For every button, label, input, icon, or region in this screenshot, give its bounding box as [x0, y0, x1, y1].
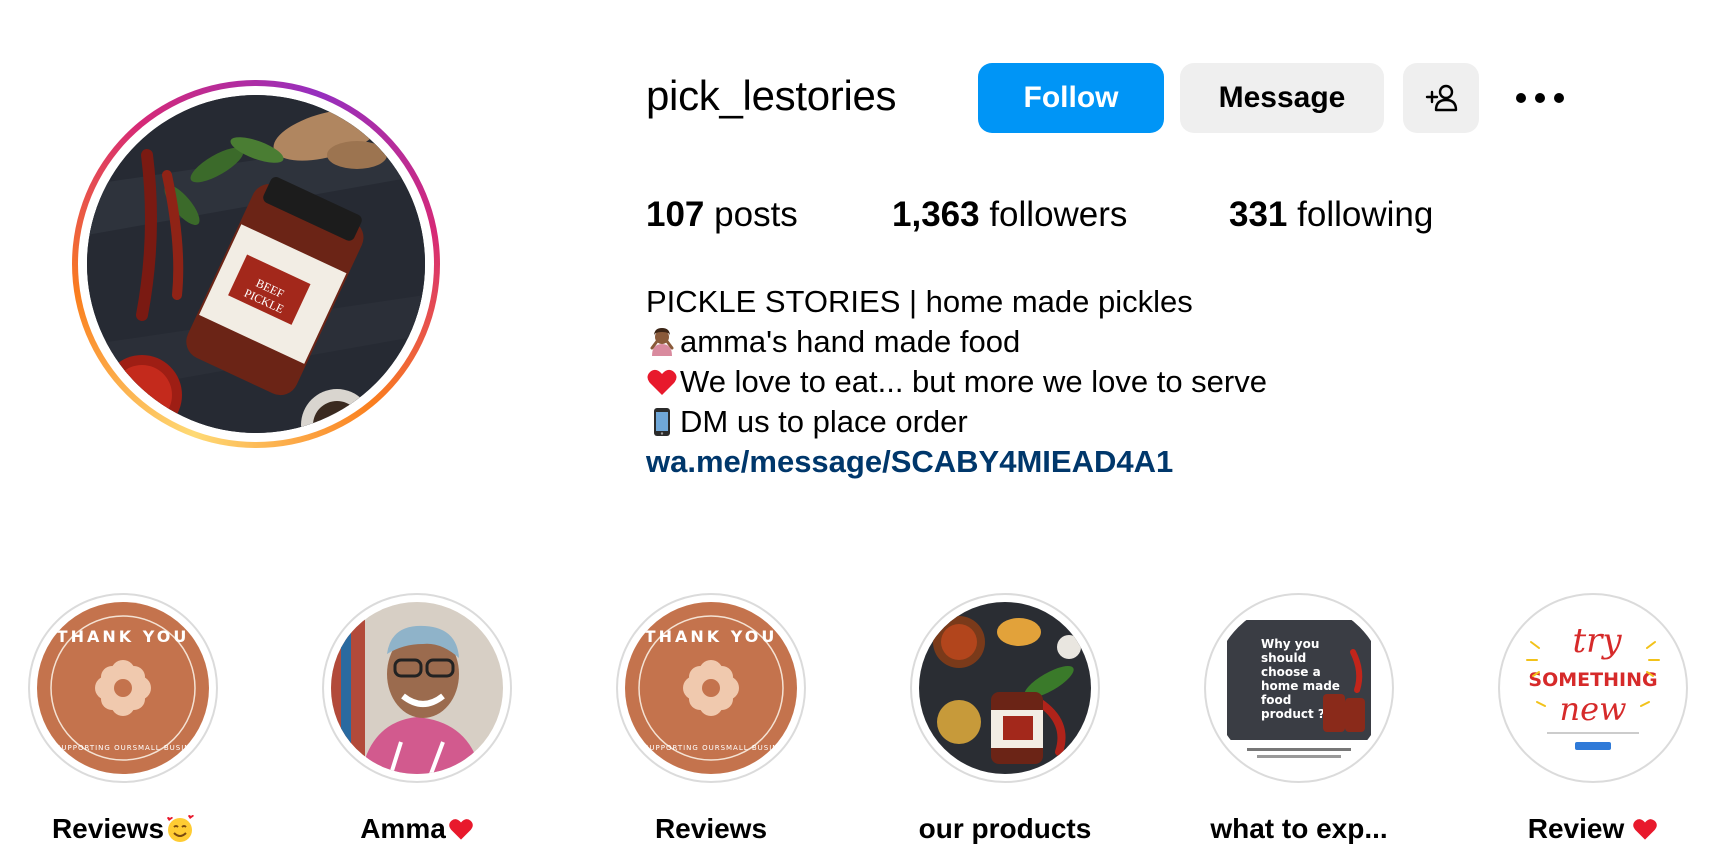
more-dots-icon	[1516, 93, 1564, 103]
highlight-cover-try-something-new: try SOMETHING new	[1507, 602, 1679, 774]
svg-text:FOR SUPPORTING OURSMALL BUSINE: FOR SUPPORTING OURSMALL BUSINESS!	[37, 744, 209, 752]
add-user-icon	[1425, 84, 1458, 112]
highlight-label: Reviews	[654, 813, 768, 844]
followers-count: 1,363	[892, 195, 980, 234]
bio-line-2: amma's hand made food	[680, 324, 1021, 359]
bio-line-3: We love to eat... but more we love to se…	[680, 364, 1267, 399]
svg-text:Why you: Why you	[1261, 637, 1319, 651]
following-label: following	[1297, 195, 1434, 234]
highlight-review[interactable]: try SOMETHING new Review	[1498, 593, 1688, 845]
highlight-label: Reviews	[51, 813, 165, 844]
svg-text:THANK YOU: THANK YOU	[645, 627, 778, 646]
highlight-reviews-2[interactable]: THANK YOU FOR SUPPORTING OURSMALL BUSINE…	[616, 593, 806, 845]
svg-text:food: food	[1261, 693, 1291, 707]
followers-label: followers	[989, 195, 1128, 234]
message-button[interactable]: Message	[1180, 63, 1384, 133]
red-heart-icon	[449, 819, 473, 840]
highlight-label: our products	[918, 813, 1092, 844]
profile-avatar[interactable]: BEEF PICKLE	[72, 80, 440, 448]
svg-text:home made: home made	[1261, 679, 1340, 693]
highlight-cover-thank-you: THANK YOU FOR SUPPORTING OURSMALL BUSINE…	[625, 602, 797, 774]
highlight-reviews[interactable]: THANK YOU FOR SUPPORTING OURSMALL BUSINE…	[28, 593, 218, 845]
posts-count: 107	[646, 195, 705, 234]
highlight-label: what to exp...	[1210, 813, 1388, 844]
follow-button[interactable]: Follow	[978, 63, 1164, 133]
following-count: 331	[1229, 195, 1288, 234]
svg-text:FOR SUPPORTING OURSMALL BUSINE: FOR SUPPORTING OURSMALL BUSINESS!	[625, 744, 797, 752]
bio-external-link[interactable]: wa.me/message/SCABY4MIEAD4A1	[646, 442, 1173, 482]
bio-line-4: DM us to place order	[680, 404, 968, 439]
avatar-image: BEEF PICKLE	[87, 95, 425, 433]
highlight-cover-products	[919, 602, 1091, 774]
profile-bio: PICKLE STORIES | home made pickles amma'…	[646, 282, 1267, 482]
svg-text:should: should	[1261, 651, 1306, 665]
profile-username: pick_lestories	[646, 72, 897, 119]
svg-text:product ?: product ?	[1261, 707, 1325, 721]
highlight-cover-why-choose: Why you should choose a home made food p…	[1213, 602, 1385, 774]
highlight-label: Amma	[360, 813, 446, 844]
svg-text:new: new	[1560, 690, 1627, 728]
highlight-what-to-expect[interactable]: Why you should choose a home made food p…	[1204, 593, 1394, 845]
following-link[interactable]: 331 following	[1229, 195, 1433, 235]
red-heart-icon	[1633, 819, 1658, 840]
highlight-cover-thank-you: THANK YOU FOR SUPPORTING OURSMALL BUSINE…	[37, 602, 209, 774]
svg-text:THANK YOU: THANK YOU	[57, 627, 190, 646]
highlight-cover-photo	[331, 602, 503, 774]
highlight-amma[interactable]: Amma	[322, 593, 512, 845]
svg-text:try: try	[1572, 621, 1622, 661]
smiling-face-with-hearts-icon	[167, 815, 195, 842]
bio-line-1: PICKLE STORIES | home made pickles	[646, 284, 1193, 319]
red-heart-icon	[647, 369, 677, 395]
mobile-phone-icon	[654, 408, 670, 436]
followers-link[interactable]: 1,363 followers	[892, 195, 1127, 235]
posts-label: posts	[714, 195, 798, 234]
svg-text:choose a: choose a	[1261, 665, 1321, 679]
posts-stat: 107 posts	[646, 195, 798, 235]
highlight-our-products[interactable]: our products	[910, 593, 1100, 845]
more-options-button[interactable]	[1510, 80, 1570, 116]
svg-text:SOMETHING: SOMETHING	[1528, 669, 1657, 691]
highlight-label: Review	[1527, 813, 1625, 844]
suggest-accounts-button[interactable]	[1403, 63, 1479, 133]
woman-gesturing-icon	[650, 328, 674, 356]
